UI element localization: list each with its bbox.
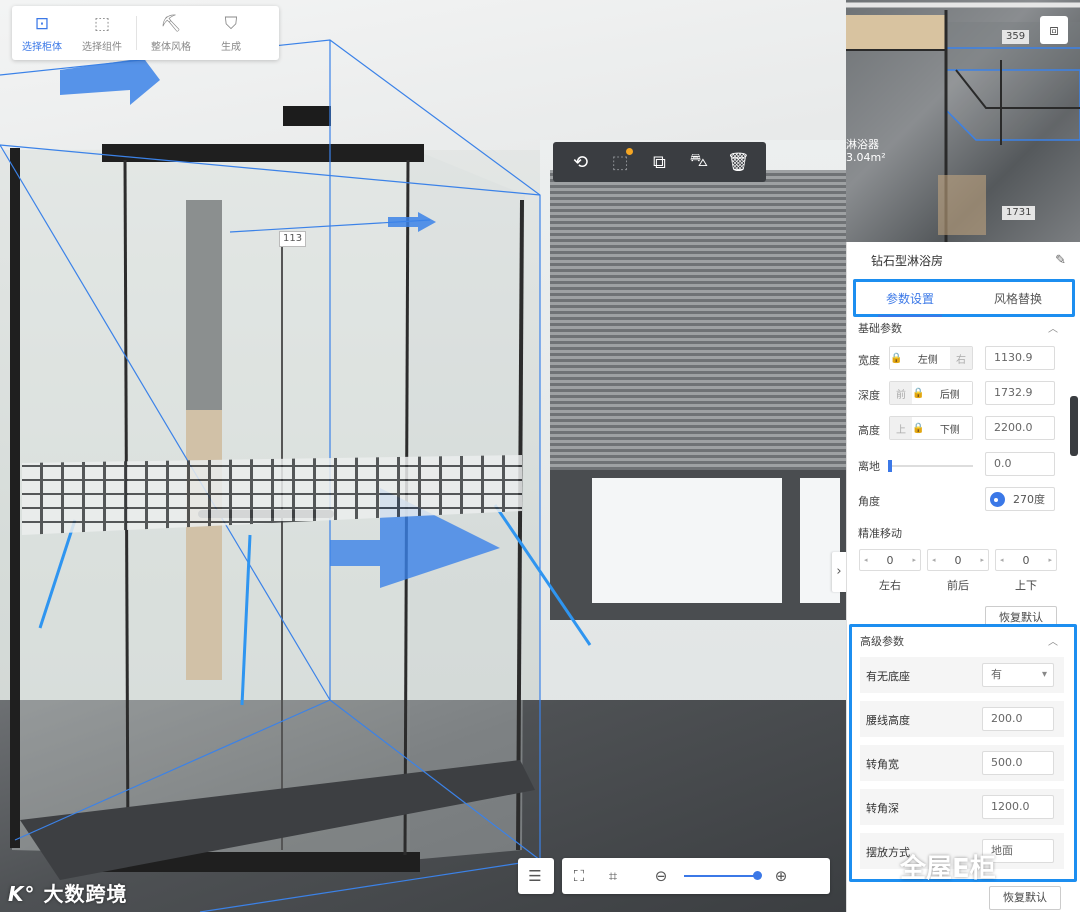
tab-parameters[interactable]: 参数设置 <box>877 284 943 317</box>
panel-scrollbar[interactable] <box>1070 396 1078 456</box>
increment-icon: ▸ <box>912 556 916 564</box>
group-icon[interactable]: ⬚ <box>605 147 635 173</box>
angle-dial-icon <box>990 491 1005 507</box>
increment-icon: ▸ <box>1048 556 1052 564</box>
zoom-in-icon[interactable]: ⊕ <box>764 867 798 885</box>
angle-dial[interactable]: 270度 <box>985 487 1055 511</box>
move-y-stepper[interactable]: ◂ 0 ▸ <box>927 549 989 571</box>
height-top-option[interactable]: 上 <box>890 417 912 439</box>
zoom-out-icon[interactable]: ⊖ <box>644 867 678 885</box>
advanced-params-title: 高级参数 <box>860 635 904 648</box>
fit-view-icon[interactable]: ⌗ <box>596 867 630 885</box>
top-toolbar: ⊡ 选择柜体 ⬚ 选择组件 ⛏ 整体风格 ⛉ 生成 <box>12 6 279 60</box>
collapse-caret-icon[interactable]: ︿ <box>1048 633 1058 648</box>
precise-move-label: 精准移动 <box>858 527 902 540</box>
shower-room-model[interactable] <box>0 0 848 912</box>
corner-depth-input[interactable]: 1200.0 <box>982 795 1054 819</box>
select-cabinet-icon: ⊡ <box>34 13 50 34</box>
corner-width-input[interactable]: 500.0 <box>982 751 1054 775</box>
width-input[interactable]: 1130.9 <box>985 346 1055 370</box>
width-right-option[interactable]: 右 <box>950 347 972 369</box>
width-label: 宽度 <box>858 354 880 367</box>
watermark-right: 全屋E柜 <box>900 854 996 884</box>
height-input[interactable]: 2200.0 <box>985 416 1055 440</box>
corner-depth-row: 转角深 1200.0 <box>860 789 1064 825</box>
notification-dot <box>626 147 634 155</box>
style-brush-icon[interactable]: ⛍ <box>684 150 714 174</box>
base-option-row: 有无底座 有 <box>860 657 1064 693</box>
move-x-label: 左右 <box>879 579 901 592</box>
select-cabinet-button[interactable]: ⊡ 选择柜体 <box>12 6 72 60</box>
increment-icon: ▸ <box>980 556 984 564</box>
panel-tabs: 参数设置 风格替换 <box>853 279 1075 317</box>
view-switch-button[interactable]: ⧈ <box>1040 16 1068 44</box>
toolbar-divider <box>136 16 137 50</box>
base-select[interactable]: 有 <box>982 663 1054 687</box>
move-z-label: 上下 <box>1015 579 1037 592</box>
advanced-reset-button[interactable]: 恢复默认 <box>989 886 1061 910</box>
depth-front-option[interactable]: 前 <box>890 382 912 404</box>
select-component-button[interactable]: ⬚ 选择组件 <box>72 6 132 60</box>
list-icon: ☰ <box>528 867 542 885</box>
minimap-dimension-top: 359 <box>1002 30 1030 44</box>
depth-label: 深度 <box>858 389 880 402</box>
depth-back-option[interactable]: 🔒 后侧 <box>912 382 972 404</box>
3d-viewport[interactable]: 113 ⊡ 选择柜体 ⬚ 选择组件 ⛏ 整体风格 ⛉ 生成 ⟲ ⬚ ⧉ ⛍ 🗑 … <box>0 0 848 912</box>
offset-slider-knob[interactable] <box>888 460 892 472</box>
panel-title: 钻石型淋浴房 <box>871 253 944 268</box>
copy-icon[interactable]: ⧉ <box>644 152 674 173</box>
generate-button[interactable]: ⛉ 生成 <box>201 6 261 60</box>
height-anchor-toggle: 上 🔒 下侧 <box>889 416 973 440</box>
watermark-left: K° 大数跨境 <box>8 882 128 906</box>
decrement-icon: ◂ <box>864 556 868 564</box>
offset-label: 离地 <box>858 460 880 473</box>
delete-icon[interactable]: 🗑 <box>723 152 753 173</box>
waistline-height-row: 腰线高度 200.0 <box>860 701 1064 737</box>
object-toolbar: ⟲ ⬚ ⧉ ⛍ 🗑 <box>553 142 766 182</box>
corner-width-row: 转角宽 500.0 <box>860 745 1064 781</box>
bottom-toolbar: ☰ ⛶ ⌗ ⊖ ⊕ <box>518 858 830 894</box>
move-y-label: 前后 <box>947 579 969 592</box>
depth-anchor-toggle: 前 🔒 后侧 <box>889 381 973 405</box>
move-z-stepper[interactable]: ◂ 0 ▸ <box>995 549 1057 571</box>
basic-params-title: 基础参数 <box>858 322 902 335</box>
move-x-stepper[interactable]: ◂ 0 ▸ <box>859 549 921 571</box>
rotate-icon[interactable]: ⟲ <box>566 152 596 173</box>
decrement-icon: ◂ <box>932 556 936 564</box>
panel-header: 钻石型淋浴房 ✎ <box>847 242 1080 278</box>
decrement-icon: ◂ <box>1000 556 1004 564</box>
zoom-slider-knob[interactable] <box>753 871 762 880</box>
edit-icon[interactable]: ✎ <box>1055 253 1066 268</box>
overall-style-icon: ⛏ <box>160 13 182 34</box>
overall-style-button[interactable]: ⛏ 整体风格 <box>141 6 201 60</box>
offset-input[interactable]: 0.0 <box>985 452 1055 476</box>
select-component-icon: ⬚ <box>93 13 111 34</box>
minimap-area-label: 淋浴器 3.04m² <box>846 138 886 164</box>
height-label: 高度 <box>858 424 880 437</box>
offset-slider[interactable] <box>888 460 973 472</box>
depth-input[interactable]: 1732.9 <box>985 381 1055 405</box>
camera-view-icon[interactable]: ⛶ <box>562 867 596 885</box>
collapse-caret-icon[interactable]: ︿ <box>1048 320 1058 335</box>
width-anchor-toggle: 🔒 左侧 右 <box>889 346 973 370</box>
tab-style-replace[interactable]: 风格替换 <box>986 284 1050 313</box>
view-controls: ⛶ ⌗ ⊖ ⊕ <box>562 858 830 894</box>
waistline-height-input[interactable]: 200.0 <box>982 707 1054 731</box>
generate-icon: ⛉ <box>224 13 238 34</box>
panel-collapse-button[interactable]: › <box>832 552 846 592</box>
zoom-slider[interactable] <box>684 871 762 880</box>
height-bottom-option[interactable]: 🔒 下侧 <box>912 417 972 439</box>
minimap-dimension-bottom: 1731 <box>1002 206 1036 220</box>
advanced-params-section: 高级参数 ︿ 有无底座 有 腰线高度 200.0 转角宽 500.0 转角深 1… <box>849 624 1077 882</box>
list-view-button[interactable]: ☰ <box>518 858 554 894</box>
width-left-option[interactable]: 🔒 左侧 <box>890 347 950 369</box>
minimap[interactable]: 359 1731 淋浴器 3.04m² ⧈ <box>846 0 1080 242</box>
view-switch-icon: ⧈ <box>1049 21 1059 39</box>
shower-frame-left <box>10 148 20 848</box>
properties-panel: 钻石型淋浴房 ✎ 参数设置 风格替换 基础参数 ︿ 宽度 🔒 左侧 右 1130… <box>846 242 1080 912</box>
dimension-label: 113 <box>279 231 307 247</box>
angle-label: 角度 <box>858 495 880 508</box>
